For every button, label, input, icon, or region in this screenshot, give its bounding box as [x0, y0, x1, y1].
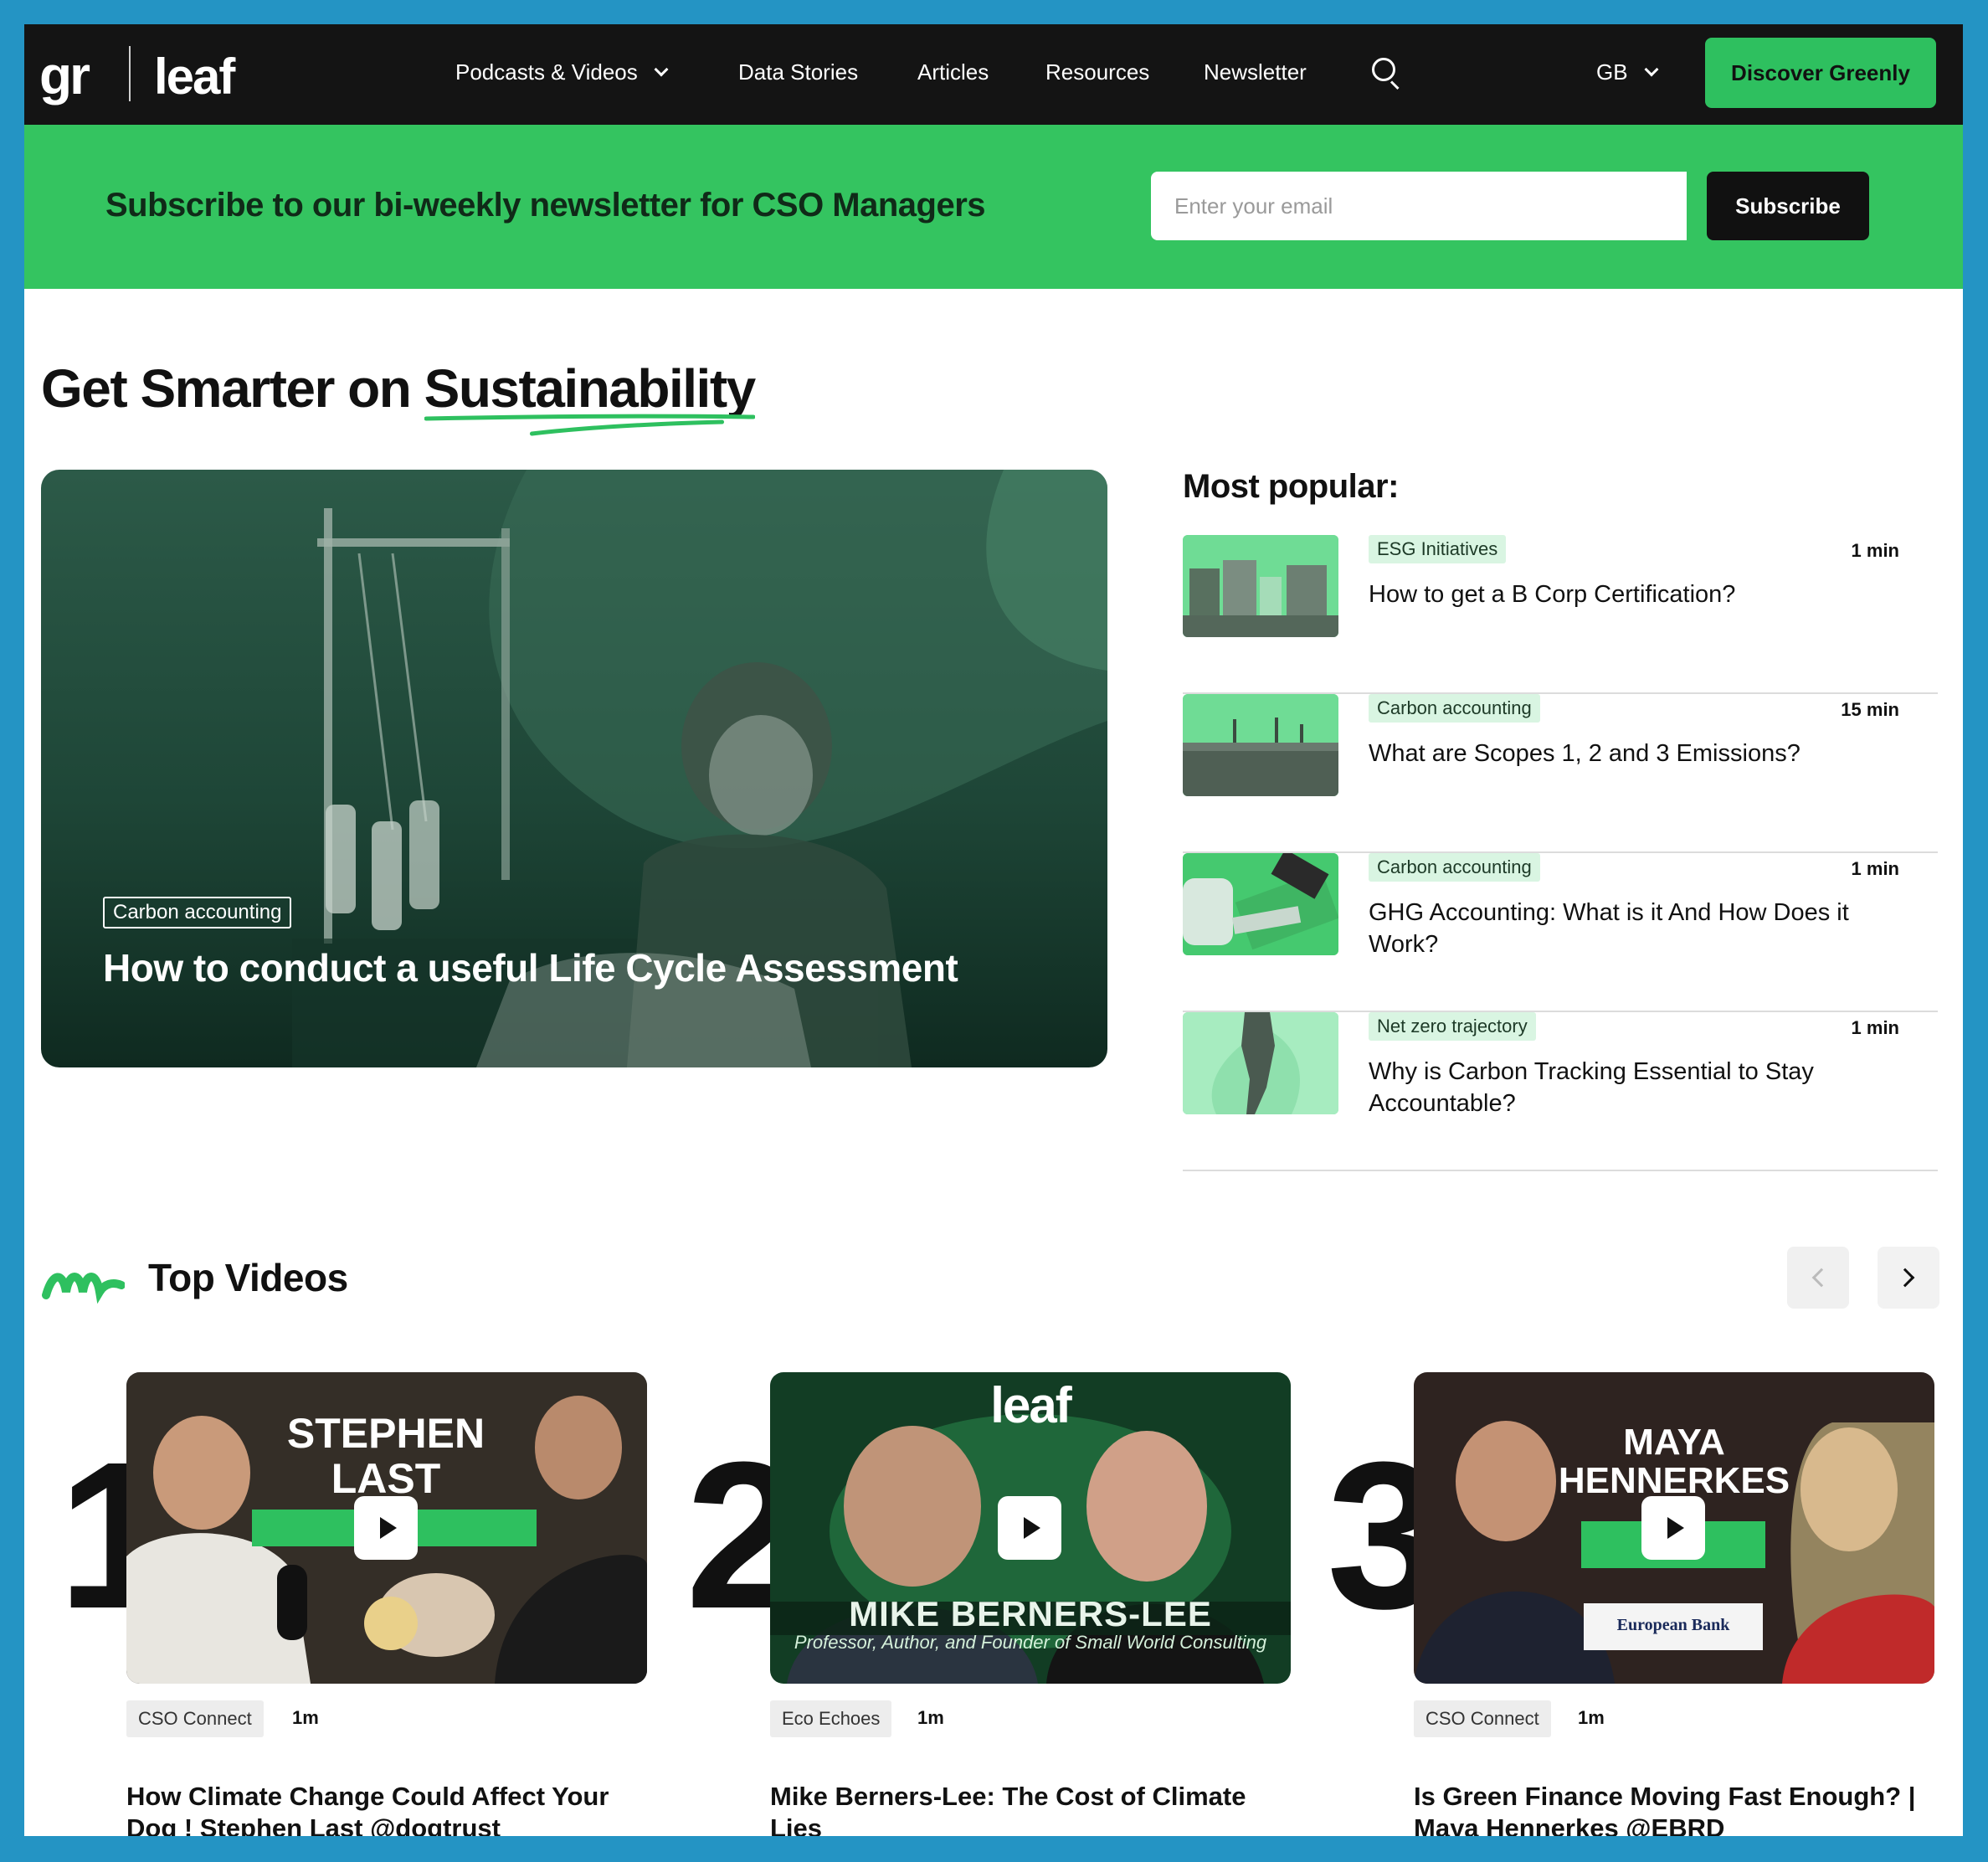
email-input[interactable] — [1151, 172, 1687, 240]
video-card[interactable]: STEPHEN LAST CSO Connect 1m How Climate … — [126, 1372, 647, 1836]
popular-tag[interactable]: Net zero trajectory — [1369, 1012, 1536, 1041]
video-duration: 1m — [1578, 1707, 1605, 1728]
leaf-logo[interactable]: leaf — [154, 48, 235, 105]
thumb-subtitle: Professor, Author, and Founder of Small … — [794, 1632, 1267, 1653]
popular-title[interactable]: How to get a B Corp Certification? — [1369, 579, 1871, 610]
popular-thumbnail — [1183, 535, 1338, 637]
popular-tag[interactable]: Carbon accounting — [1369, 694, 1540, 723]
popular-thumbnail — [1183, 1012, 1338, 1114]
video-title[interactable]: How Climate Change Could Affect Your Dog… — [126, 1781, 645, 1836]
underline-stroke — [424, 414, 755, 436]
squiggle-icon — [42, 1273, 125, 1304]
popular-item[interactable]: Carbon accounting 1 min GHG Accounting: … — [1183, 853, 1938, 1012]
title-highlight: Sustainability — [424, 358, 756, 436]
region-label: GB — [1596, 59, 1628, 85]
popular-item[interactable]: Carbon accounting 15 min What are Scopes… — [1183, 694, 1938, 853]
popular-title[interactable]: GHG Accounting: What is it And How Does … — [1369, 897, 1871, 960]
discover-greenly-button[interactable]: Discover Greenly — [1705, 38, 1936, 108]
region-selector[interactable]: GB — [1596, 59, 1659, 85]
nav-articles[interactable]: Articles — [917, 59, 989, 85]
popular-tag[interactable]: ESG Initiatives — [1369, 535, 1507, 563]
play-button[interactable] — [1641, 1496, 1705, 1560]
title-prefix: Get Smarter on — [41, 358, 412, 419]
chevron-down-icon — [654, 62, 669, 77]
nav-newsletter[interactable]: Newsletter — [1204, 59, 1307, 85]
play-icon — [1667, 1517, 1684, 1539]
video-thumbnail[interactable]: MAYA HENNERKES European Bank — [1414, 1372, 1934, 1684]
thumb-name-line1: STEPHEN — [286, 1410, 485, 1457]
nav-resources[interactable]: Resources — [1045, 59, 1149, 85]
thumb-name-line1: MAYA — [1623, 1422, 1725, 1463]
popular-thumbnail — [1183, 694, 1338, 796]
nav-podcasts-label: Podcasts & Videos — [455, 59, 638, 85]
read-time: 1 min — [1851, 858, 1899, 879]
carousel-next-button[interactable] — [1878, 1247, 1939, 1309]
chevron-left-icon — [1811, 1268, 1831, 1288]
read-time: 1 min — [1851, 1017, 1899, 1038]
video-card[interactable]: MAYA HENNERKES European Bank CSO Connect… — [1414, 1372, 1934, 1836]
featured-tag[interactable]: Carbon accounting — [103, 897, 292, 928]
chevron-down-icon — [1644, 62, 1659, 77]
search-icon[interactable] — [1370, 56, 1400, 90]
video-duration: 1m — [292, 1707, 319, 1728]
thumb-leaf-logo: leaf — [990, 1377, 1071, 1433]
popular-tag[interactable]: Carbon accounting — [1369, 853, 1540, 882]
popular-title[interactable]: Why is Carbon Tracking Essential to Stay… — [1369, 1056, 1871, 1119]
video-title[interactable]: Is Green Finance Moving Fast Enough? | M… — [1414, 1781, 1933, 1836]
thumb-name-line2: HENNERKES — [1558, 1460, 1790, 1501]
logo-divider — [129, 46, 131, 101]
page: gr leaf Podcasts & Videos Data Stories A… — [24, 24, 1963, 1836]
popular-item[interactable]: ESG Initiatives 1 min How to get a B Cor… — [1183, 535, 1938, 694]
video-thumbnail[interactable]: STEPHEN LAST — [126, 1372, 647, 1684]
newsletter-text: Subscribe to our bi-weekly newsletter fo… — [105, 187, 986, 224]
video-category-tag[interactable]: CSO Connect — [1414, 1700, 1551, 1737]
read-time: 1 min — [1851, 540, 1899, 561]
featured-article-card[interactable]: Carbon accounting How to conduct a usefu… — [41, 470, 1107, 1067]
play-button[interactable] — [354, 1496, 418, 1560]
thumb-bank-logo: European Bank — [1616, 1616, 1730, 1634]
video-category-tag[interactable]: Eco Echoes — [770, 1700, 892, 1737]
video-duration: 1m — [917, 1707, 944, 1728]
top-videos-heading: Top Videos — [148, 1256, 348, 1299]
video-category-tag[interactable]: CSO Connect — [126, 1700, 264, 1737]
most-popular-heading: Most popular: — [1183, 468, 1399, 505]
video-thumbnail[interactable]: leaf MIKE BERNERS-LEE Professor, Author,… — [770, 1372, 1291, 1684]
subscribe-button[interactable]: Subscribe — [1707, 172, 1869, 240]
top-navbar: gr leaf Podcasts & Videos Data Stories A… — [24, 24, 1963, 125]
greenly-logo[interactable]: gr — [39, 44, 90, 106]
play-icon — [1024, 1517, 1040, 1539]
popular-thumbnail — [1183, 853, 1338, 955]
popular-title[interactable]: What are Scopes 1, 2 and 3 Emissions? — [1369, 738, 1871, 769]
play-icon — [380, 1517, 397, 1539]
newsletter-banner: Subscribe to our bi-weekly newsletter fo… — [24, 125, 1963, 289]
carousel-prev-button[interactable] — [1787, 1247, 1849, 1309]
thumb-name-line2: LAST — [331, 1455, 441, 1502]
featured-title[interactable]: How to conduct a useful Life Cycle Asses… — [103, 945, 958, 990]
play-button[interactable] — [998, 1496, 1061, 1560]
thumb-name-line1: MIKE BERNERS-LEE — [849, 1594, 1212, 1633]
video-card[interactable]: leaf MIKE BERNERS-LEE Professor, Author,… — [770, 1372, 1291, 1836]
video-title[interactable]: Mike Berners-Lee: The Cost of Climate Li… — [770, 1781, 1289, 1836]
chevron-right-icon — [1895, 1268, 1915, 1288]
page-title: Get Smarter on Sustainability — [41, 357, 756, 436]
read-time: 15 min — [1841, 699, 1899, 720]
popular-item[interactable]: Net zero trajectory 1 min Why is Carbon … — [1183, 1012, 1938, 1171]
nav-data-stories[interactable]: Data Stories — [738, 59, 858, 85]
nav-podcasts-videos[interactable]: Podcasts & Videos — [455, 59, 669, 85]
